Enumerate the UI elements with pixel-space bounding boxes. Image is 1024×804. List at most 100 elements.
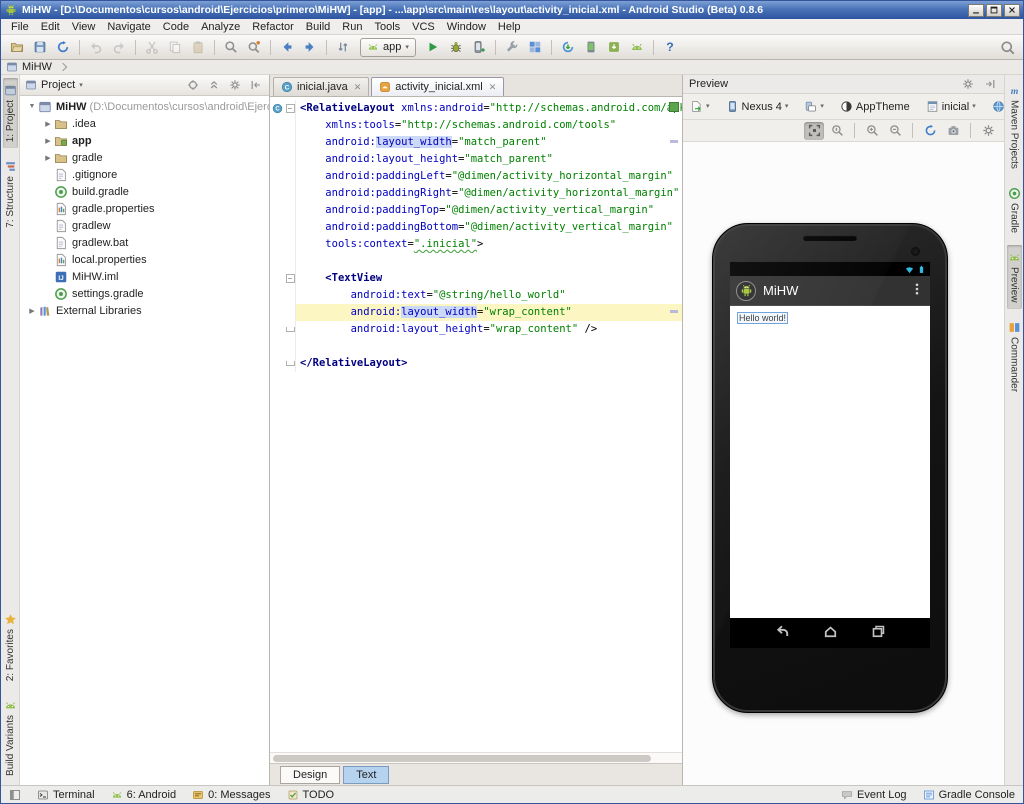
tree-item-settings-gradle[interactable]: settings.gradle (20, 285, 269, 302)
nav-recents-button[interactable] (871, 624, 886, 642)
open-folder-button[interactable] (6, 37, 28, 57)
preview-orientation-dropdown[interactable]: ▾ (801, 98, 827, 115)
code-line[interactable]: android:paddingRight="@dimen/activity_ho… (270, 185, 682, 202)
settings-wrench-button[interactable] (501, 37, 523, 57)
statusbar-toggle-toolwindows[interactable] (9, 789, 21, 801)
code-editor[interactable]: C − <RelativeLayout xmlns:android="http://… (270, 97, 682, 752)
menu-build[interactable]: Build (300, 20, 336, 34)
save-all-button[interactable] (29, 37, 51, 57)
code-line[interactable]: tools:context=".inicial"> (270, 236, 682, 253)
menu-help[interactable]: Help (492, 20, 527, 34)
menu-window[interactable]: Window (441, 20, 492, 34)
tree-item-idea[interactable]: ▶ .idea (20, 115, 269, 132)
breadcrumb[interactable]: MiHW (22, 61, 52, 73)
gradle-sync-button[interactable] (557, 37, 579, 57)
toolwindow-tab-gradle[interactable]: Gradle (1007, 181, 1022, 239)
fold-end-marker[interactable] (285, 361, 295, 366)
tab-design[interactable]: Design (280, 765, 341, 784)
target-button[interactable] (185, 77, 201, 93)
preview-locale-globe-dropdown[interactable]: ▾ (989, 98, 1004, 115)
code-line[interactable]: C − <RelativeLayout xmlns:android="http://… (270, 100, 682, 117)
collapsed-arrow-icon[interactable]: ▶ (26, 307, 38, 315)
screenshot-button[interactable] (943, 122, 963, 140)
tree-item-mihw[interactable]: ▼ MiHW (D:\Documentos\cursos\android\Ejer… (20, 98, 269, 115)
redo-button[interactable] (108, 37, 130, 57)
scrollbar-thumb[interactable] (273, 754, 651, 762)
tree-item-build-gradle[interactable]: build.gradle (20, 183, 269, 200)
code-line[interactable]: android:paddingBottom="@dimen/activity_v… (270, 219, 682, 236)
find-button[interactable] (220, 37, 242, 57)
toolwindow-tab-maven-projects[interactable]: m Maven Projects (1007, 78, 1022, 175)
menu-view[interactable]: View (66, 20, 102, 34)
tree-item-gradlew[interactable]: gradlew (20, 217, 269, 234)
statusbar-gradle-console[interactable]: Gradle Console (923, 789, 1015, 801)
inspection-status-indicator[interactable] (669, 102, 679, 112)
hide-button[interactable] (248, 77, 264, 93)
menu-tools[interactable]: Tools (368, 20, 406, 34)
overflow-menu-button[interactable] (910, 282, 924, 299)
hide-right-button[interactable] (982, 76, 998, 92)
nav-back-button[interactable] (775, 624, 790, 642)
collapse-all-button[interactable] (206, 77, 222, 93)
code-line[interactable]: android:layout_height="wrap_content" /> (270, 321, 682, 338)
statusbar-0-messages[interactable]: 0: Messages (192, 789, 271, 801)
preview-activity-inicial-dropdown[interactable]: inicial ▾ (923, 98, 979, 115)
statusbar-todo[interactable]: TODO (287, 789, 334, 801)
help-button[interactable]: ? (659, 37, 681, 57)
editor-tab-inicial-java[interactable]: Cinicial.java ✕ (273, 77, 370, 96)
expanded-arrow-icon[interactable]: ▼ (26, 103, 38, 110)
toolwindow-tab-commander[interactable]: Commander (1007, 315, 1022, 398)
menu-vcs[interactable]: VCS (406, 20, 441, 34)
tree-item-gradle-properties[interactable]: gradle.properties (20, 200, 269, 217)
fold-marker[interactable]: − (285, 274, 295, 283)
zoom-in-button[interactable] (862, 122, 882, 140)
nav-home-button[interactable] (823, 624, 838, 642)
zoom-out-button[interactable] (885, 122, 905, 140)
toolwindow-tab-build-variants[interactable]: Build Variants (3, 693, 18, 782)
undo-button[interactable] (85, 37, 107, 57)
project-panel-title[interactable]: Project (41, 79, 75, 91)
hello-world-textview[interactable]: Hello world! (737, 312, 789, 324)
tree-item-gitignore[interactable]: .gitignore (20, 166, 269, 183)
code-line[interactable]: − <TextView (270, 270, 682, 287)
close-button[interactable] (1004, 3, 1020, 17)
tree-item-mihw-iml[interactable]: IJ MiHW.iml (20, 268, 269, 285)
close-tab-icon[interactable]: ✕ (354, 82, 362, 93)
avd-manager-button[interactable] (626, 37, 648, 57)
gear-button[interactable] (960, 76, 976, 92)
toolwindow-tab-7-structure[interactable]: 7: Structure (3, 154, 18, 234)
run-configuration-dropdown[interactable]: app ▾ (360, 37, 416, 57)
preview-layout-variant-dropdown[interactable]: ▾ (687, 98, 713, 115)
code-line[interactable]: xmlns:tools="http://schemas.android.com/… (270, 117, 682, 134)
copy-button[interactable] (164, 37, 186, 57)
menu-refactor[interactable]: Refactor (246, 20, 300, 34)
menu-code[interactable]: Code (157, 20, 195, 34)
menu-edit[interactable]: Edit (35, 20, 66, 34)
project-structure-button[interactable] (524, 37, 546, 57)
toolwindow-tab-2-favorites[interactable]: 2: Favorites (3, 607, 18, 687)
error-stripe-mark[interactable] (670, 310, 678, 313)
preview-device-phone-nexus-4-dropdown[interactable]: Nexus 4 ▾ (723, 98, 792, 115)
minimize-button[interactable] (968, 3, 984, 17)
debug-button[interactable] (445, 37, 467, 57)
menu-file[interactable]: File (5, 20, 35, 34)
tree-item-app[interactable]: ▶ app (20, 132, 269, 149)
tab-text[interactable]: Text (343, 765, 390, 784)
close-tab-icon[interactable]: ✕ (489, 82, 497, 93)
tree-item-gradlew-bat[interactable]: gradlew.bat (20, 234, 269, 251)
back-button[interactable] (276, 37, 298, 57)
zoom-fit-button[interactable] (804, 121, 824, 140)
maximize-button[interactable] (986, 3, 1002, 17)
code-line[interactable]: android:text="@string/hello_world" (270, 287, 682, 304)
run-button[interactable] (422, 37, 444, 57)
forward-button[interactable] (299, 37, 321, 57)
menu-navigate[interactable]: Navigate (101, 20, 156, 34)
fold-marker[interactable]: − (285, 104, 295, 113)
toolwindow-tab-1-project[interactable]: 1: Project (2, 78, 18, 149)
toolwindow-tab-preview[interactable]: Preview (1006, 244, 1022, 309)
paste-button[interactable] (187, 37, 209, 57)
sync-button[interactable] (52, 37, 74, 57)
search-everywhere-button[interactable] (996, 37, 1018, 57)
collapsed-arrow-icon[interactable]: ▶ (42, 154, 54, 162)
tree-item-local-properties[interactable]: local.properties (20, 251, 269, 268)
